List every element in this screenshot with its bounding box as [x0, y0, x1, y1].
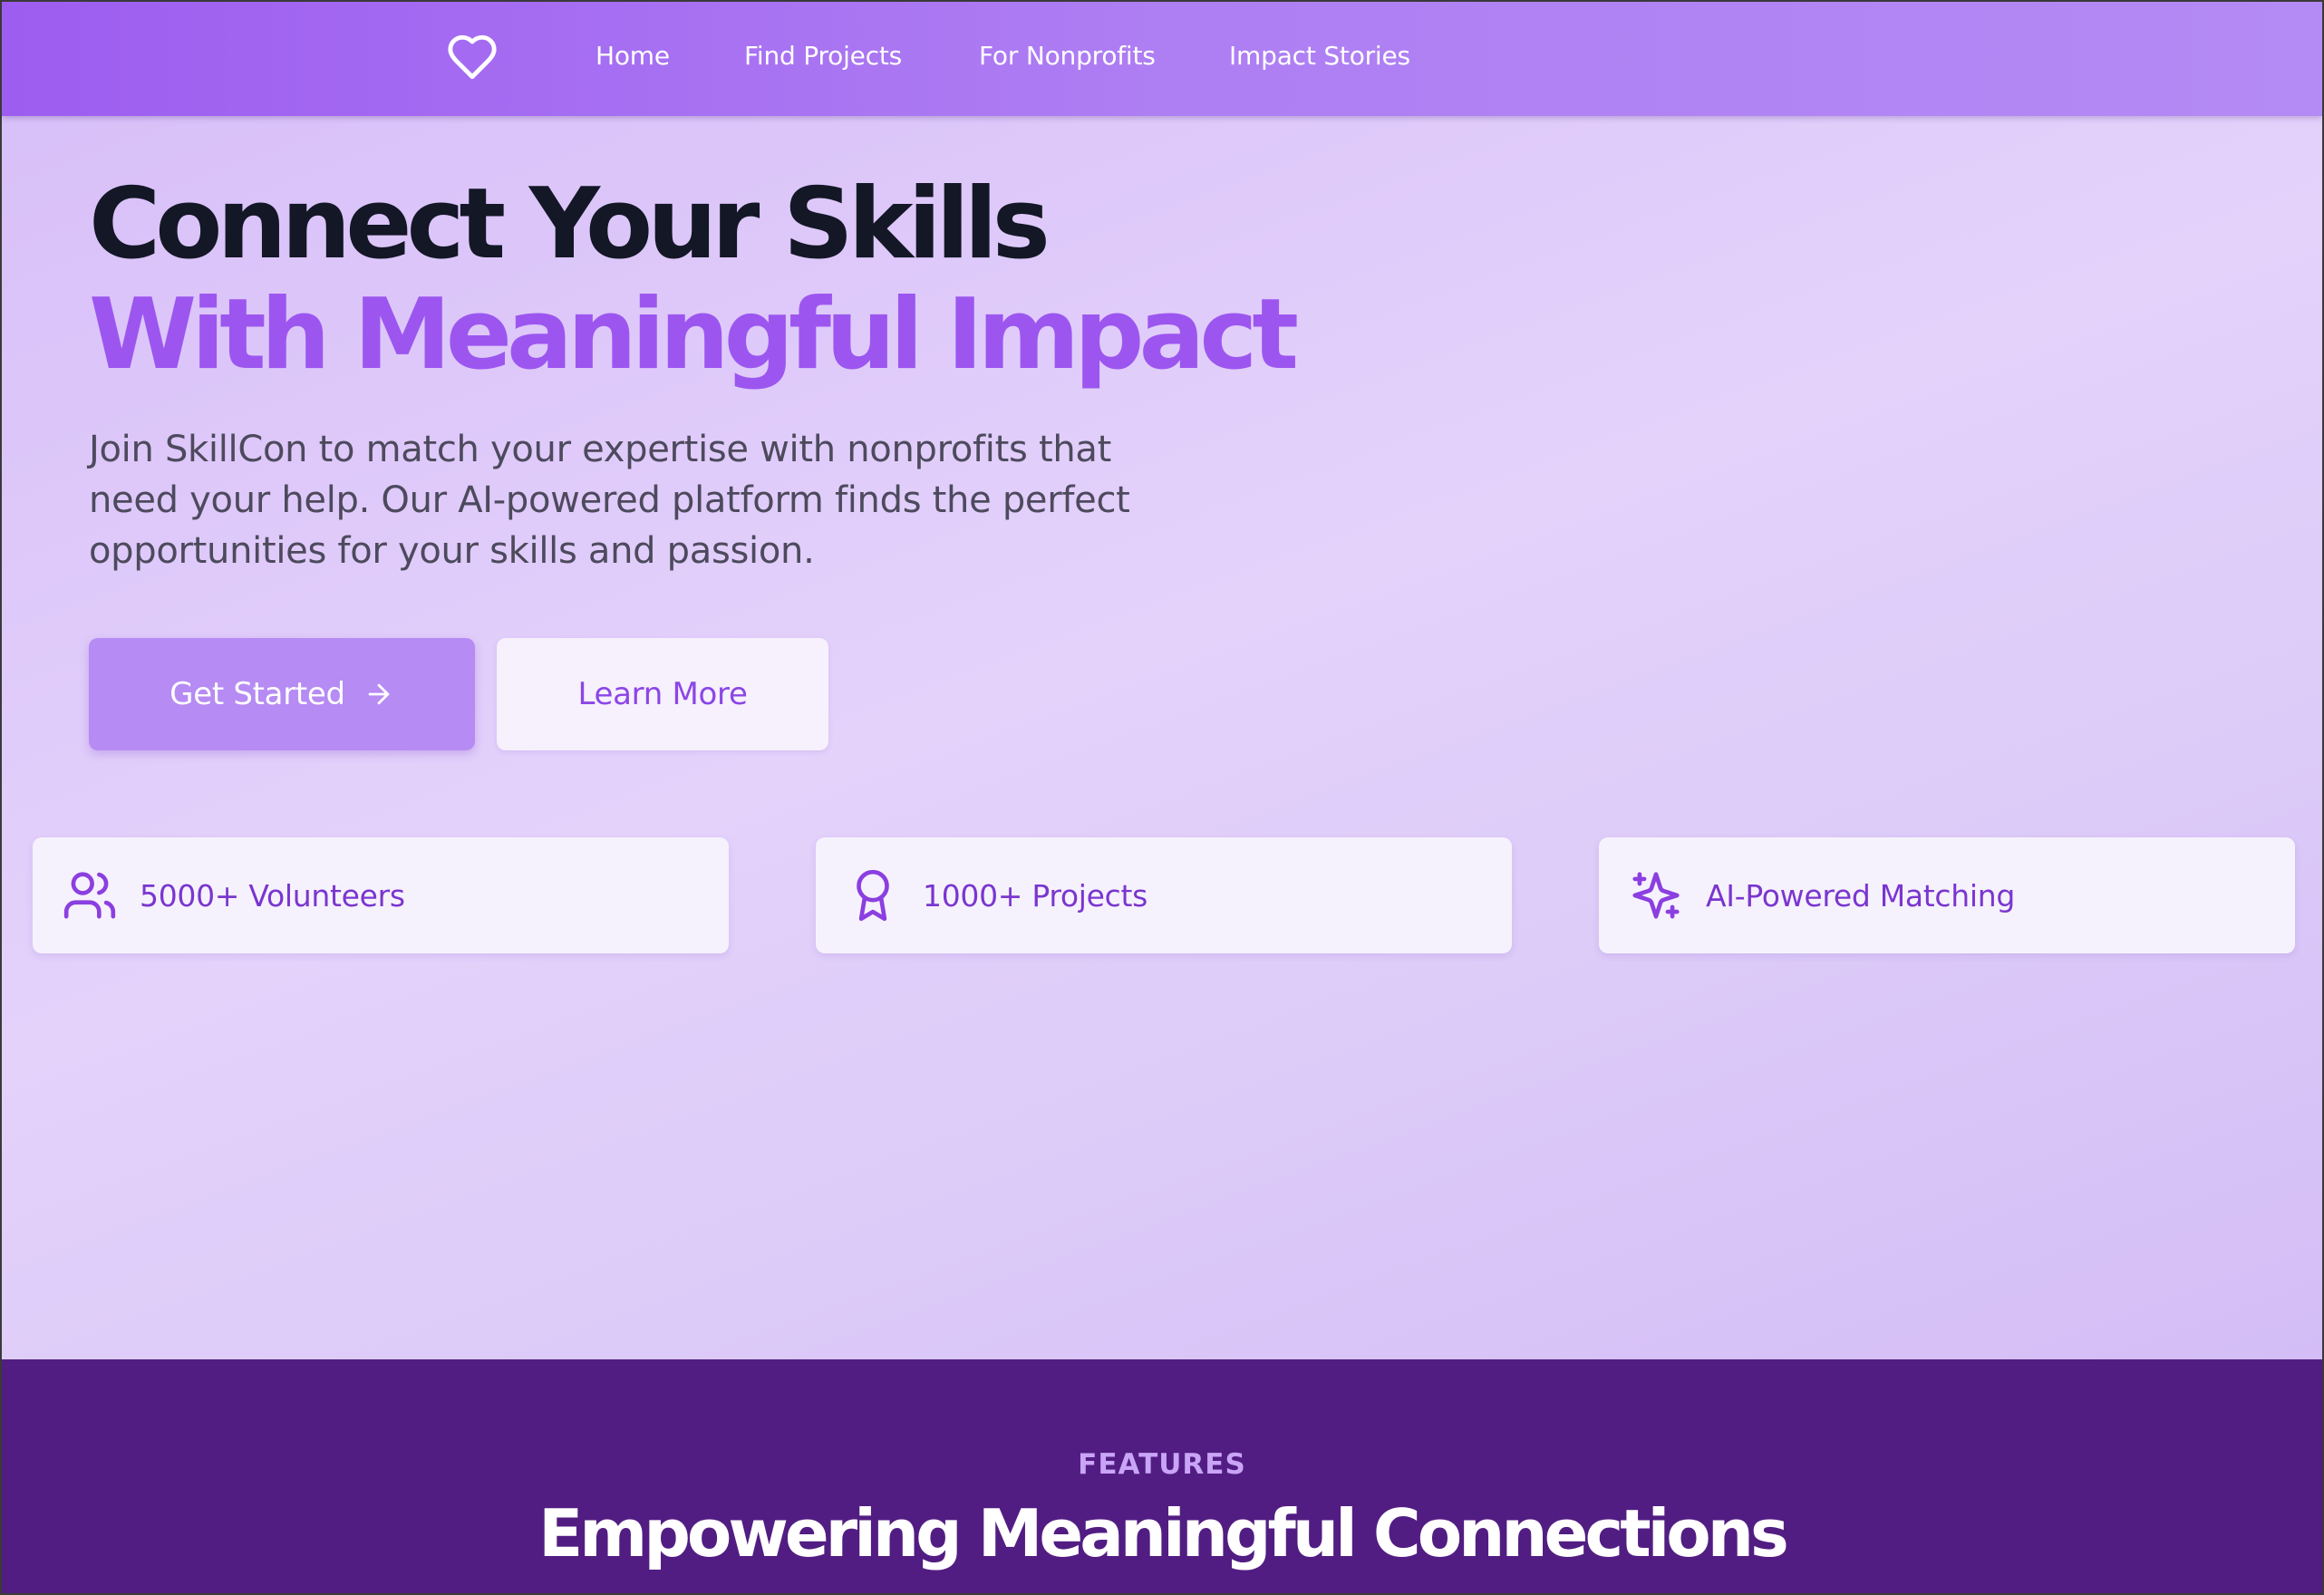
- heart-icon[interactable]: [444, 31, 500, 83]
- hero-section: Connect Your Skills With Meaningful Impa…: [2, 116, 2322, 1359]
- award-icon: [857, 869, 889, 922]
- hero-title-line1: Connect Your Skills: [89, 168, 1051, 281]
- page: Home Find Projects For Nonprofits Impact…: [0, 0, 2324, 1595]
- get-started-button[interactable]: Get Started: [89, 638, 475, 750]
- nav-link-find-projects[interactable]: Find Projects: [744, 38, 902, 74]
- stat-label-projects: 1000+ Projects: [923, 877, 1148, 914]
- stat-card-ai-matching: AI-Powered Matching: [1599, 837, 2295, 953]
- sparkles-icon: [1632, 872, 1680, 919]
- hero-description: Join SkillCon to match your expertise wi…: [89, 429, 1130, 572]
- features-title: Empowering Meaningful Connections: [538, 1495, 1789, 1571]
- users-icon: [63, 872, 116, 919]
- arrow-right-icon: [368, 683, 390, 705]
- hero-title-line2: With Meaningful Impact: [89, 278, 1299, 392]
- features-section: FEATURES Empowering Meaningful Connectio…: [2, 1359, 2322, 1593]
- nav-link-impact-stories[interactable]: Impact Stories: [1229, 38, 1410, 74]
- stat-card-volunteers: 5000+ Volunteers: [33, 837, 729, 953]
- nav-link-for-nonprofits[interactable]: For Nonprofits: [979, 38, 1156, 74]
- get-started-label: Get Started: [169, 676, 345, 712]
- stat-card-projects: 1000+ Projects: [816, 837, 1512, 953]
- learn-more-button[interactable]: Learn More: [497, 638, 828, 750]
- nav-link-home[interactable]: Home: [596, 38, 670, 74]
- navbar: Home Find Projects For Nonprofits Impact…: [2, 2, 2322, 116]
- stat-label-volunteers: 5000+ Volunteers: [140, 877, 405, 914]
- features-eyebrow: FEATURES: [1078, 1448, 1246, 1481]
- learn-more-label: Learn More: [577, 676, 748, 712]
- stat-label-ai-matching: AI-Powered Matching: [1706, 877, 2016, 914]
